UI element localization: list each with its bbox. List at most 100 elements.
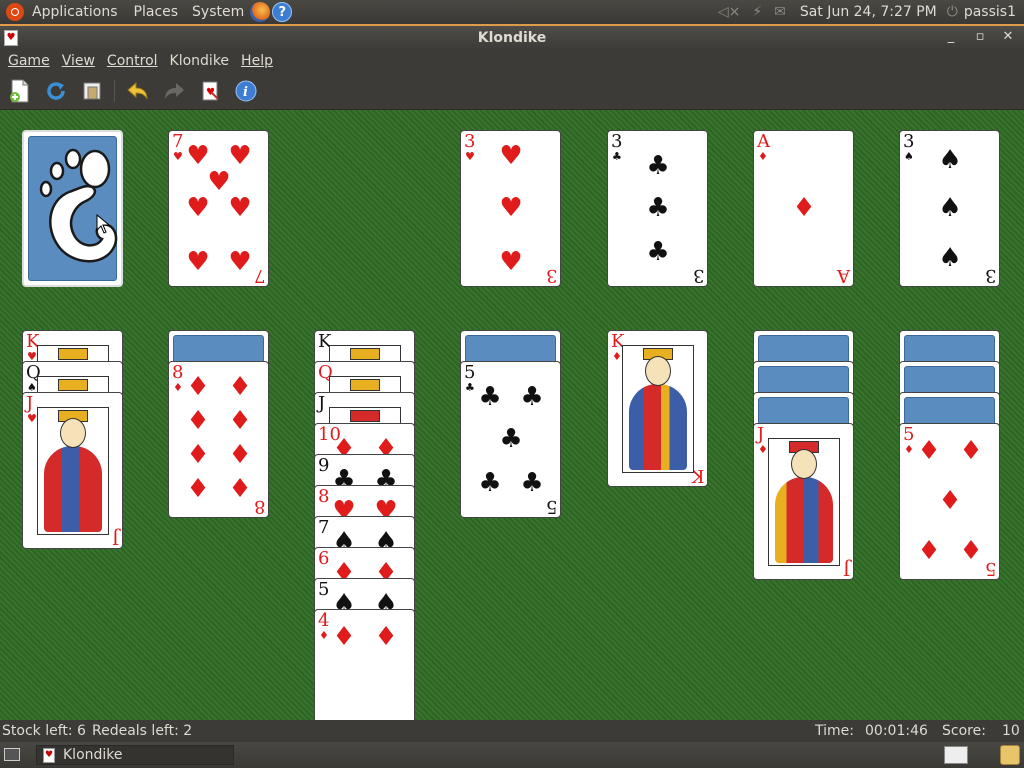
gnome-foot-icon [39,148,118,263]
pip: ♦ [228,474,252,504]
card-rank: 6 [318,548,330,569]
mail-icon[interactable]: ✉ [768,4,792,20]
network-icon[interactable]: ⚡ [746,4,768,20]
pip: ♦ [186,372,210,402]
tableau-3-card-10[interactable]: 4 ♦ ♦ ♦ [314,609,415,720]
info-icon[interactable]: i [232,78,260,104]
score-label: Score: [942,723,986,739]
pip: ♦ [374,622,398,652]
menu-game[interactable]: Game [2,53,56,69]
redeals-left-label: Redeals left: 2 [92,723,193,739]
statusbar: Stock left: 6 Redeals left: 2 Time: 00:0… [0,720,1024,742]
tableau-7-card-1[interactable]: 5 ♦ 5 ♦ ♦ ♦ ♦ ♦ [899,423,1000,580]
ubuntu-logo-icon[interactable] [6,3,24,21]
menu-control[interactable]: Control [101,53,164,69]
time-label: Time: [815,723,854,739]
trash-icon[interactable] [1000,745,1020,765]
card-rank: 9 [318,455,330,476]
pip: ♥ [207,167,231,197]
applications-menu[interactable]: Applications [28,0,122,24]
clock[interactable]: Sat Jun 24, 7:27 PM [796,0,941,24]
waste-card[interactable]: 7 ♥ 7 ♥ ♥ ♥ ♥ ♥ ♥ ♥ [168,130,269,287]
select-game-icon[interactable] [78,78,106,104]
pip: ♠ [938,243,962,273]
window-titlebar[interactable]: ♥ Klondike _ ▫ ✕ [0,24,1024,50]
foundation-1[interactable]: 3 ♥ 3 ♥ ♥ ♥ [460,130,561,287]
tableau-5-card-1[interactable]: K ♦ K [607,330,708,487]
maximize-button[interactable]: ▫ [971,28,989,46]
firefox-icon[interactable] [250,2,271,22]
pip: ♦ [228,372,252,402]
stock-pile[interactable] [22,130,123,287]
hint-icon[interactable]: ♥ [196,78,224,104]
tableau-4-card-1[interactable]: 5 ♣ 5 ♣ ♣ ♣ ♣ ♣ [460,361,561,518]
toolbar: ♥ i [0,72,1024,110]
user-menu[interactable]: passis1 [960,0,1024,24]
tableau-1-card-3[interactable]: J ♥ J [22,392,123,549]
taskbar-klondike-button[interactable]: ♥ Klondike [36,745,234,765]
card-rank: 5 [318,579,330,600]
card-rank: 5 [903,424,915,445]
jack-face-art [768,438,840,566]
foundation-3[interactable]: A ♦ A ♦ [753,130,854,287]
pip: ♠ [938,193,962,223]
card-rank-bottom: A [837,265,850,286]
top-panel: Applications Places System ? ◁× ⚡ ✉ Sat … [0,0,1024,24]
menu-klondike[interactable]: Klondike [164,53,236,69]
workspace-icon[interactable] [944,746,968,764]
card-suit: ♣ [465,381,475,394]
pip: ♦ [186,440,210,470]
game-board[interactable]: 7 ♥ 7 ♥ ♥ ♥ ♥ ♥ ♥ ♥ 3 ♥ 3 ♥ ♥ ♥ 3 ♣ 3 ♣ … [0,110,1024,720]
card-rank-bottom: J [842,558,850,579]
card-rank: 3 [611,131,623,152]
redo-icon[interactable] [160,78,188,104]
pip: ♣ [520,468,544,498]
card-rank: J [26,393,34,414]
system-menu[interactable]: System [188,0,248,24]
menu-help[interactable]: Help [235,53,279,69]
pip: ♣ [499,424,523,454]
volume-icon[interactable]: ◁× [712,4,747,20]
pip: ♦ [938,486,962,516]
restart-icon[interactable] [42,78,70,104]
card-rank: A [757,131,770,152]
close-button[interactable]: ✕ [999,28,1017,46]
pip: ♣ [520,382,544,412]
king-face-art [622,345,694,473]
card-rank: 7 [318,517,330,538]
show-desktop-icon[interactable] [4,748,20,761]
menu-view[interactable]: View [56,53,101,69]
help-icon[interactable]: ? [272,2,293,22]
card-suit: ♥ [173,150,183,163]
pip: ♣ [646,193,670,223]
foundation-4[interactable]: 3 ♠ 3 ♠ ♠ ♠ [899,130,1000,287]
card-suit: ♦ [758,150,768,163]
power-icon[interactable]: ⏻ [941,4,960,20]
toolbar-separator [114,80,115,102]
pip: ♦ [186,406,210,436]
card-rank-bottom: 8 [253,496,265,517]
card-suit: ♥ [465,150,475,163]
menu-view-label: View [61,53,95,69]
foundation-2[interactable]: 3 ♣ 3 ♣ ♣ ♣ [607,130,708,287]
menu-game-label: Game [8,53,50,69]
pip: ♥ [228,247,252,277]
tableau-2-card-1[interactable]: 8 ♦ 8 ♦ ♦ ♦ ♦ ♦ ♦ ♦ ♦ [168,361,269,518]
pip: ♥ [228,141,252,171]
card-suit: ♦ [758,443,768,456]
tableau-6-card-1[interactable]: J ♦ J [753,423,854,580]
pip: ♦ [332,622,356,652]
pip: ♦ [792,193,816,223]
pip: ♣ [478,468,502,498]
jack-face-art [37,407,109,535]
time-value: 00:01:46 [865,723,928,739]
minimize-button[interactable]: _ [942,28,960,46]
pip: ♣ [478,382,502,412]
new-game-icon[interactable] [6,78,34,104]
card-rank: 5 [464,362,476,383]
undo-icon[interactable] [124,78,152,104]
app-icon: ♥ [43,747,55,763]
card-rank: 8 [172,362,184,383]
menubar: Game View Control Klondike Help [0,50,1024,72]
places-menu[interactable]: Places [130,0,183,24]
